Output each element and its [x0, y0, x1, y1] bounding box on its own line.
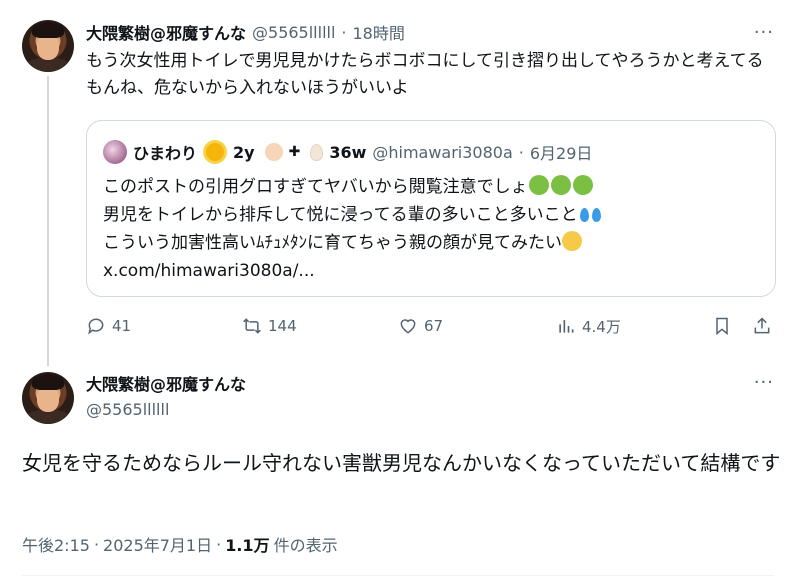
- tweet-meta: 午後2:15 · 2025年7月1日 · 1.1万 件の表示: [22, 532, 338, 556]
- repost-count: 144: [268, 317, 297, 335]
- views-label: 件の表示: [273, 536, 338, 555]
- views-count[interactable]: 1.1万: [225, 532, 269, 556]
- divider: [22, 575, 774, 576]
- tweet-date[interactable]: 2025年7月1日: [103, 532, 212, 556]
- quote-link[interactable]: x.com/himawari3080a/...: [103, 257, 763, 285]
- bookmark-button[interactable]: [712, 312, 732, 340]
- author-name[interactable]: 大隈繁樹@邪魔すんな: [86, 374, 246, 396]
- quote-author-name: ひまわり: [133, 144, 198, 163]
- vomit-face-icon: [528, 175, 549, 195]
- quote-line-3: こういう加害性高いﾑﾁｭﾒﾀﾝに育てちゃう親の顔が見てみたい: [103, 233, 562, 253]
- repost-button[interactable]: 144: [242, 312, 297, 340]
- quoted-tweet[interactable]: ひまわり 2y ✚ 36w @himawari3080a · 6月29日 このポ…: [86, 120, 776, 297]
- plus-icon: ✚: [288, 144, 301, 160]
- more-icon[interactable]: ···: [754, 22, 774, 43]
- quote-line: こういう加害性高いﾑﾁｭﾒﾀﾝに育てちゃう親の顔が見てみたい: [103, 229, 763, 257]
- avatar[interactable]: [22, 372, 74, 424]
- views-count: 4.4万: [582, 317, 621, 336]
- baby-icon: [264, 143, 283, 161]
- like-button[interactable]: 67: [398, 312, 443, 340]
- repost-icon: [243, 318, 261, 334]
- vomit-face-icon: [572, 175, 593, 195]
- tweet-text: 女児を守るためならルール守れない害獣男児なんかいなくなっていただいて結構です: [22, 451, 781, 475]
- quote-date: 6月29日: [529, 144, 593, 163]
- like-count: 67: [424, 317, 444, 335]
- avatar[interactable]: [22, 20, 74, 72]
- egg-icon: [310, 143, 324, 161]
- author-name[interactable]: 大隈繁樹@邪魔すんな: [86, 20, 246, 44]
- separator: ·: [341, 22, 347, 42]
- analytics-icon: [559, 320, 574, 333]
- tweet-time[interactable]: 18時間: [353, 20, 405, 44]
- sunflower-icon: [206, 143, 225, 161]
- heart-icon: [400, 319, 416, 334]
- quote-line-2: 男児をトイレから排斥して悦に浸ってる輩の多いこと多いこと: [103, 205, 578, 225]
- quote-handle: @himawari3080a: [372, 142, 513, 162]
- quote-badge-a: 2y: [233, 142, 255, 162]
- separator: ·: [216, 534, 222, 554]
- quote-text: このポストの引用グロすぎてヤバいから閲覧注意でしょ 男児をトイレから排斥して悦に…: [103, 173, 763, 285]
- quote-badge-b: 36w: [329, 142, 367, 162]
- quote-avatar: [103, 140, 127, 164]
- thread-line: [47, 76, 49, 366]
- share-button[interactable]: [752, 312, 772, 340]
- bookmark-icon: [716, 317, 728, 336]
- author-handle[interactable]: @5565llllll: [86, 399, 246, 421]
- vomit-face-icon: [550, 175, 571, 195]
- quote-line: このポストの引用グロすぎてヤバいから閲覧注意でしょ: [103, 173, 763, 201]
- reply-count: 41: [112, 317, 132, 335]
- tweet-actions: 41 144 67 4.4万: [86, 312, 776, 340]
- tweet-time[interactable]: 午後2:15: [22, 532, 90, 556]
- author-handle[interactable]: @5565llllll: [252, 23, 335, 42]
- tweet1-header: 大隈繁樹@邪魔すんな @5565llllll · 18時間: [86, 20, 405, 44]
- quote-line-1: このポストの引用グロすぎてヤバいから閲覧注意でしょ: [103, 177, 528, 197]
- quote-header: ひまわり 2y ✚ 36w @himawari3080a · 6月29日: [103, 139, 592, 165]
- holding-back-tears-icon: [562, 231, 582, 251]
- sweat-droplets-icon: [580, 203, 602, 221]
- separator: ·: [518, 142, 524, 162]
- more-icon[interactable]: ···: [754, 372, 774, 393]
- tweet-text: もう次女性用トイレで男児見かけたらボコボコにして引き摺り出してやろうかと考えてる…: [86, 51, 764, 98]
- tweet2-header: 大隈繁樹@邪魔すんな @5565llllll: [86, 374, 246, 421]
- reply-icon: [88, 318, 104, 335]
- reply-button[interactable]: 41: [86, 312, 131, 340]
- views-button[interactable]: 4.4万: [556, 312, 621, 340]
- quote-line: 男児をトイレから排斥して悦に浸ってる輩の多いこと多いこと: [103, 201, 763, 229]
- share-icon: [754, 317, 770, 334]
- separator: ·: [93, 534, 100, 554]
